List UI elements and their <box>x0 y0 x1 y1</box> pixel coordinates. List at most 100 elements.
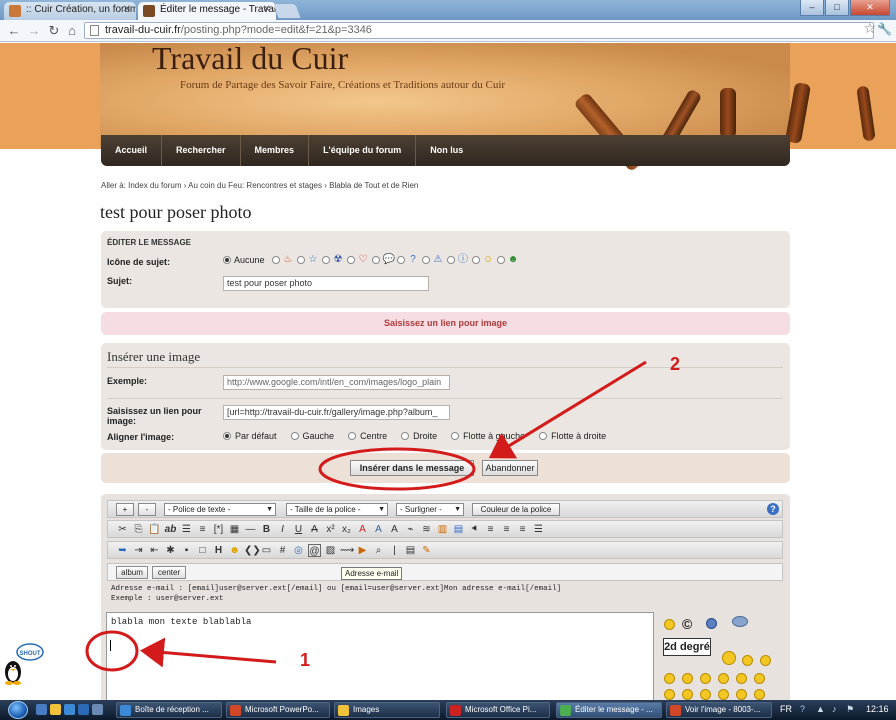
frame-icon[interactable]: ▭ <box>260 544 273 557</box>
close-window-button[interactable]: ✕ <box>850 0 890 16</box>
smiley-icon[interactable] <box>736 689 747 700</box>
align-center-icon[interactable]: ≡ <box>500 523 513 536</box>
ufo-smiley-icon[interactable] <box>732 616 748 627</box>
glow-icon[interactable]: A <box>372 523 385 536</box>
email-icon[interactable]: @ <box>308 544 321 557</box>
menu-equipe[interactable]: L'équipe du forum <box>309 135 417 166</box>
video-icon[interactable]: ▶ <box>356 544 369 557</box>
hide-icon[interactable]: ▪ <box>180 544 193 557</box>
tab-cuir-creation[interactable]: :: Cuir Création, un forum ✕ <box>4 2 136 20</box>
taskbar-item-voir-image[interactable]: Voir l'image - 8003-... <box>666 702 772 718</box>
taskbar-item-powerpoint[interactable]: Microsoft PowerPo... <box>226 702 330 718</box>
cheer-smiley-icon[interactable] <box>722 651 736 665</box>
font-effect-icon[interactable]: A <box>356 523 369 536</box>
radio-icon[interactable] <box>446 255 455 264</box>
forward-icon[interactable]: → <box>26 23 42 38</box>
taskbar-item-office-picture[interactable]: Microsoft Office Pi... <box>446 702 550 718</box>
radio-icon[interactable] <box>371 255 380 264</box>
close-icon[interactable]: ✕ <box>123 4 131 15</box>
language-indicator[interactable]: FR <box>780 704 792 714</box>
cancel-button[interactable]: Abandonner <box>482 460 538 476</box>
strike-icon[interactable]: A <box>308 523 321 536</box>
smiley-icon[interactable] <box>736 673 747 684</box>
list-item-icon[interactable]: [*] <box>212 523 225 536</box>
radio-icon[interactable] <box>471 255 480 264</box>
radio-align-right[interactable] <box>401 432 410 440</box>
rainbow-icon[interactable]: ▤ <box>452 523 465 536</box>
radio-icon[interactable] <box>496 255 505 264</box>
desktop-icon[interactable] <box>36 704 47 715</box>
shadow-icon[interactable]: A <box>388 523 401 536</box>
numbered-list-icon[interactable]: ≡ <box>196 523 209 536</box>
smiley-icon[interactable] <box>754 689 765 700</box>
size-select[interactable]: - Taille de la police - <box>286 503 388 516</box>
spellcheck-icon[interactable]: ab <box>164 523 177 536</box>
horizontal-rule-icon[interactable]: — <box>244 523 257 536</box>
globe-link-icon[interactable]: ◎ <box>292 544 305 557</box>
center-button[interactable]: center <box>152 566 186 579</box>
folder-icon[interactable] <box>50 704 61 715</box>
image-icon[interactable]: ▨ <box>324 544 337 557</box>
justify-icon[interactable]: ☰ <box>532 523 545 536</box>
taskbar-item-chrome-edit[interactable]: Éditer le message - ... <box>556 702 662 718</box>
menu-accueil[interactable]: Accueil <box>101 135 163 166</box>
address-bar[interactable]: travail-du-cuir.fr/posting.php?mode=edit… <box>84 22 874 39</box>
message-textarea[interactable]: blabla mon texte blablabla <box>106 612 654 706</box>
radio-align-left[interactable] <box>290 432 299 440</box>
help-icon[interactable]: ? <box>767 503 779 515</box>
italic-icon[interactable]: I <box>276 523 289 536</box>
highlight-select[interactable]: - Surligner - <box>396 503 464 516</box>
align-left-icon[interactable]: ⯇ <box>468 523 481 536</box>
home-icon[interactable]: ⌂ <box>64 23 80 38</box>
bold-icon[interactable]: B <box>260 523 273 536</box>
subscript-icon[interactable]: x₂ <box>340 523 353 536</box>
back-icon[interactable]: ← <box>6 23 22 38</box>
maximize-button[interactable]: □ <box>825 0 849 16</box>
minimize-button[interactable]: – <box>800 0 824 16</box>
decrease-size-button[interactable]: - <box>138 503 156 516</box>
radio-float-right[interactable] <box>539 432 548 440</box>
smiley-icon[interactable] <box>742 655 753 666</box>
radio-icon[interactable] <box>396 255 405 264</box>
breadcrumb[interactable]: Aller à: Index du forum › Au coin du Feu… <box>101 181 418 190</box>
copyright-icon[interactable]: © <box>682 616 692 632</box>
menu-membres[interactable]: Membres <box>241 135 310 166</box>
volume-icon[interactable]: ♪ <box>832 704 837 714</box>
shoutbox-penguin-icon[interactable]: SHOUT <box>0 642 44 686</box>
underline-icon[interactable]: U <box>292 523 305 536</box>
smiley-icon[interactable] <box>718 689 729 700</box>
radio-icon[interactable] <box>321 255 330 264</box>
cut-icon[interactable]: ✂ <box>116 523 129 536</box>
smiley-icon[interactable] <box>754 673 765 684</box>
radio-align-default[interactable] <box>223 432 231 440</box>
smiley-icon[interactable] <box>664 619 675 630</box>
source-icon[interactable]: ▤ <box>404 544 417 557</box>
align-left-text-icon[interactable]: ≡ <box>484 523 497 536</box>
smiley-icon[interactable] <box>664 673 675 684</box>
radio-icon[interactable] <box>346 255 355 264</box>
site-title[interactable]: Travail du Cuir <box>152 40 348 77</box>
insert-button[interactable]: Insérer dans le message <box>350 460 474 476</box>
radio-icon-none[interactable] <box>223 255 231 264</box>
search-icon[interactable]: ⌕ <box>372 544 385 557</box>
smiley-icon[interactable] <box>682 689 693 700</box>
close-icon[interactable]: ✕ <box>263 4 271 15</box>
smiley-icon[interactable] <box>700 673 711 684</box>
smiley-icon[interactable] <box>682 673 693 684</box>
taskbar-item-images[interactable]: Images <box>334 702 440 718</box>
heading-icon[interactable]: H <box>212 544 225 557</box>
paste-icon[interactable]: 📋 <box>148 523 161 536</box>
start-button[interactable] <box>8 701 28 719</box>
indent-icon[interactable]: ⇥ <box>132 544 145 557</box>
bookmark-star-icon[interactable]: ☆ <box>863 20 876 37</box>
font-color-button[interactable]: Couleur de la police <box>472 503 560 516</box>
flash-icon[interactable]: ⟿ <box>340 544 354 557</box>
flag-icon[interactable]: ⚑ <box>846 704 854 715</box>
radio-align-center[interactable] <box>348 432 357 440</box>
outdent-icon[interactable]: ⇤ <box>148 544 161 557</box>
album-button[interactable]: album <box>116 566 148 579</box>
box-icon[interactable]: □ <box>196 544 209 557</box>
menu-non-lus[interactable]: Non lus <box>416 135 477 166</box>
ie-icon[interactable] <box>78 704 89 715</box>
increase-size-button[interactable]: + <box>116 503 134 516</box>
